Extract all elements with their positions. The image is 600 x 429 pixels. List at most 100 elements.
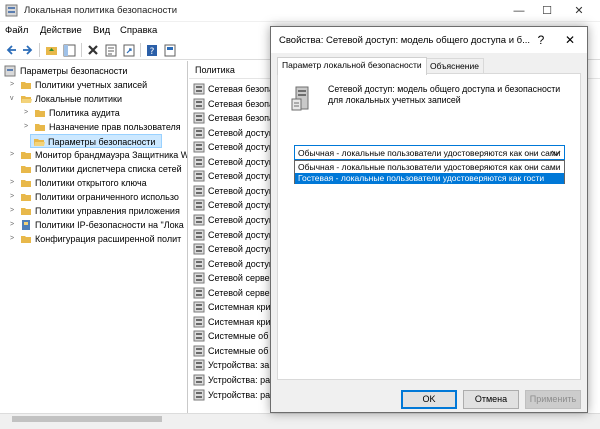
tree-item-network-list-manager[interactable]: Политики диспетчера списка сетей — [2, 162, 186, 176]
back-button[interactable] — [3, 42, 19, 58]
policy-icon — [193, 156, 205, 168]
console-tree-icon — [63, 44, 75, 56]
arrow-right-icon — [23, 45, 33, 55]
horizontal-scrollbar[interactable] — [0, 413, 600, 423]
policy-description: Сетевой доступ: модель общего доступа и … — [328, 84, 561, 105]
chevron-right-icon[interactable]: > — [10, 178, 18, 188]
folder-icon — [21, 208, 31, 215]
tree-item-defender-firewall[interactable]: > Монитор брандмауэра Защитника Win — [2, 148, 187, 162]
policy-icon — [193, 330, 205, 342]
tab-explain[interactable]: Объяснение — [425, 58, 484, 74]
policy-icon — [193, 287, 205, 299]
policy-icon — [193, 359, 205, 371]
cancel-button[interactable]: Отмена — [463, 390, 519, 409]
svg-text:?: ? — [150, 47, 155, 57]
dialog-title-bar: Свойства: Сетевой доступ: модель общего … — [271, 27, 587, 53]
properties-button[interactable] — [103, 42, 119, 58]
toolbar-separator — [140, 43, 141, 57]
tab-local-security-setting[interactable]: Параметр локальной безопасности — [277, 57, 427, 75]
delete-button[interactable] — [85, 42, 101, 58]
folder-icon — [35, 124, 45, 131]
tree-item-public-key-policies[interactable]: > Политики открытого ключа — [2, 176, 186, 190]
chevron-right-icon[interactable]: > — [24, 122, 32, 132]
window-title: Локальная политика безопасности — [24, 5, 178, 16]
policy-icon — [193, 389, 205, 401]
tree-item-audit-policy[interactable]: > Политика аудита — [2, 106, 186, 120]
help-button[interactable]: ? — [144, 42, 160, 58]
menu-help[interactable]: Справка — [120, 25, 157, 36]
export-list-button[interactable] — [121, 42, 137, 58]
toolbar-separator — [81, 43, 82, 57]
chevron-right-icon[interactable]: > — [10, 150, 18, 160]
option-guest-only[interactable]: Гостевая - локальные пользователи удосто… — [295, 173, 564, 184]
tree-item-security-settings-root[interactable]: Параметры безопасности — [2, 64, 186, 78]
menu-action[interactable]: Действие — [40, 25, 82, 36]
folder-icon — [21, 180, 31, 187]
scrollbar-thumb[interactable] — [12, 416, 162, 422]
tab-panel: Сетевой доступ: модель общего доступа и … — [277, 73, 581, 380]
chevron-right-icon[interactable]: > — [24, 108, 32, 118]
dialog-title: Свойства: Сетевой доступ: модель общего … — [279, 35, 531, 46]
up-level-button[interactable] — [43, 42, 59, 58]
close-button[interactable]: ✕ — [564, 2, 594, 20]
menu-view[interactable]: Вид — [93, 25, 110, 36]
dialog-close-button[interactable]: ✕ — [561, 32, 579, 48]
folder-up-icon — [45, 46, 57, 55]
folder-open-icon — [21, 96, 32, 103]
ok-button[interactable]: OK — [401, 390, 457, 409]
policy-icon — [193, 316, 205, 328]
delete-x-icon — [88, 45, 98, 55]
folder-icon — [21, 166, 31, 173]
policy-icon — [193, 243, 205, 255]
chevron-right-icon[interactable]: > — [10, 220, 18, 230]
policy-server-icon — [291, 86, 309, 111]
security-policy-app-icon — [5, 4, 18, 17]
folder-icon — [21, 236, 31, 243]
select-value: Обычная - локальные пользователи удостов… — [298, 148, 561, 158]
tree-item-user-rights-assignment[interactable]: > Назначение прав пользователя — [2, 120, 186, 134]
chevron-down-icon[interactable]: v — [10, 94, 18, 104]
security-settings-icon — [4, 65, 16, 77]
policy-icon — [193, 229, 205, 240]
policy-icon — [193, 127, 205, 139]
show-tree-button[interactable] — [61, 42, 77, 58]
properties-dialog: Свойства: Сетевой доступ: модель общего … — [270, 26, 588, 413]
forward-button[interactable] — [20, 42, 36, 58]
main-title-bar: Локальная политика безопасности — ☐ ✕ — [0, 0, 600, 22]
tree-item-app-control[interactable]: > Политики управления приложения — [2, 204, 186, 218]
dialog-help-button[interactable]: ? — [532, 32, 550, 48]
console-view-button[interactable] — [162, 42, 178, 58]
tree-item-software-restriction[interactable]: > Политики ограниченного использо — [2, 190, 186, 204]
maximize-button[interactable]: ☐ — [532, 2, 562, 20]
chevron-right-icon[interactable]: > — [10, 206, 18, 216]
folder-icon — [21, 82, 31, 89]
console-tree: Параметры безопасности > Политики учетны… — [0, 61, 188, 413]
policy-icon — [193, 374, 205, 386]
export-list-icon — [123, 44, 135, 56]
folder-icon — [35, 110, 45, 117]
menu-file[interactable]: Файл — [5, 25, 28, 36]
tree-item-account-policies[interactable]: > Политики учетных записей — [2, 78, 186, 92]
apply-button[interactable]: Применить — [525, 390, 581, 409]
minimize-button[interactable]: — — [504, 2, 534, 20]
chevron-right-icon[interactable]: > — [10, 80, 18, 90]
tree-item-ip-security[interactable]: > Политики IP-безопасности на "Лока — [2, 218, 186, 232]
folder-open-icon — [34, 139, 45, 146]
tree-item-advanced-audit[interactable]: > Конфигурация расширенной полит — [2, 232, 186, 246]
status-bar — [0, 423, 600, 429]
option-classic[interactable]: Обычная - локальные пользователи удостов… — [295, 162, 564, 173]
policy-icon — [193, 185, 205, 197]
policy-icon — [193, 170, 205, 182]
policy-icon — [193, 98, 205, 110]
policy-icon — [193, 214, 205, 226]
tree-item-security-options[interactable]: Параметры безопасности — [30, 134, 162, 148]
sharing-model-select[interactable]: Обычная - локальные пользователи удостов… — [294, 145, 565, 160]
policy-icon — [193, 83, 205, 95]
help-icon: ? — [147, 44, 157, 57]
folder-icon — [21, 194, 31, 201]
tree-item-local-policies[interactable]: v Локальные политики — [2, 92, 186, 106]
policy-icon — [193, 272, 205, 284]
chevron-right-icon[interactable]: > — [10, 192, 18, 202]
chevron-right-icon[interactable]: > — [10, 234, 18, 244]
chevron-down-icon — [551, 150, 561, 156]
